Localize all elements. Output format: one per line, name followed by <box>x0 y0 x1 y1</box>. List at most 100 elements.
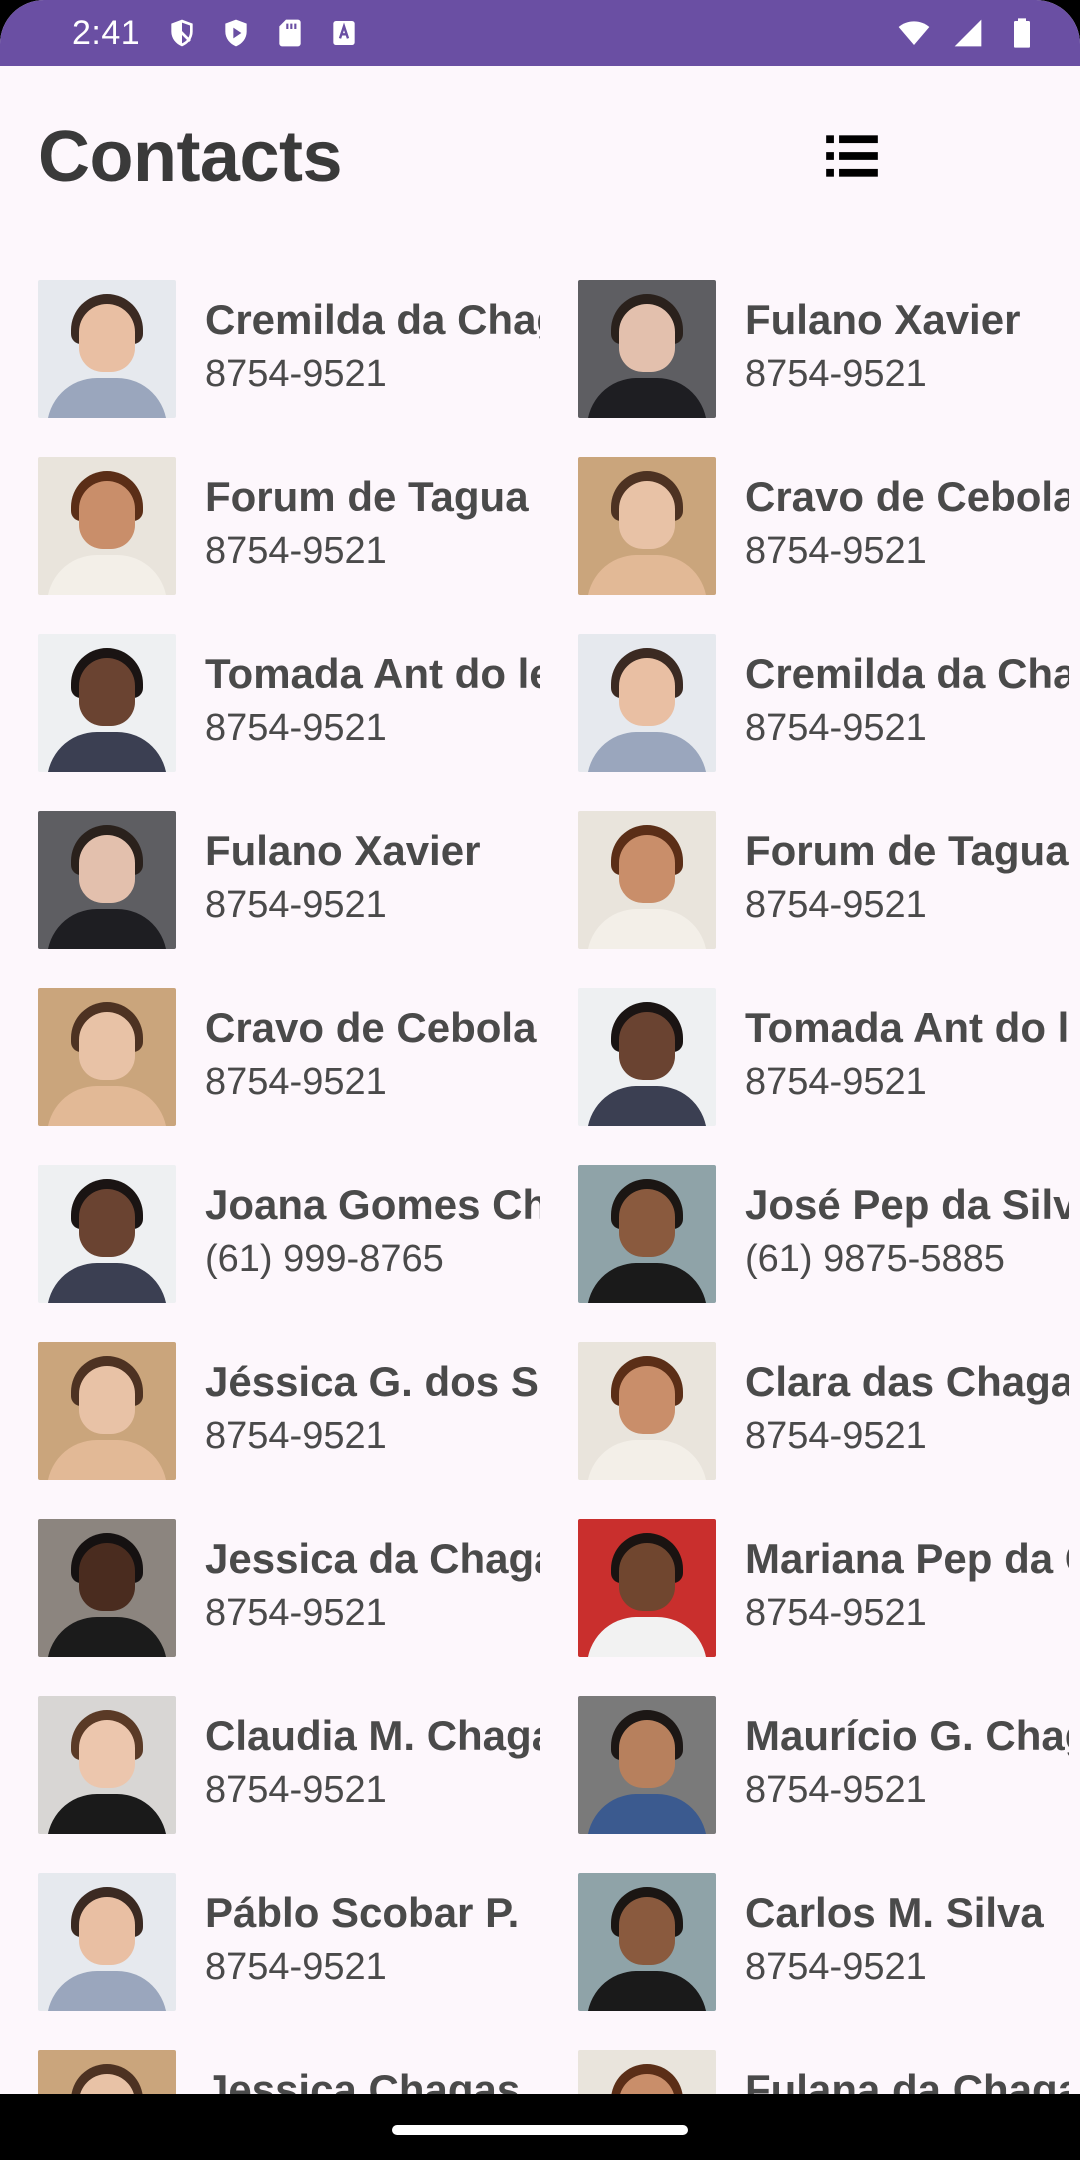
avatar <box>578 1165 716 1303</box>
wifi-icon <box>898 17 930 49</box>
contact-name: Jessica Chagas <box>205 2066 521 2096</box>
contact-card[interactable]: Cravo de Cebola 8754-9521 <box>540 433 1080 610</box>
contact-card[interactable]: Fulana da Chagas <box>540 2026 1080 2096</box>
contact-card[interactable]: Fulano Xavier 8754-9521 <box>540 256 1080 433</box>
contact-name: Maurício G. Chagas <box>745 1712 1069 1759</box>
contact-name: Fulano Xavier <box>205 827 481 874</box>
contact-name: Forum de Tagua <box>205 473 529 520</box>
contact-card[interactable]: Cremilda da Chagas 8754-9521 <box>0 256 540 433</box>
contact-card[interactable]: Forum de Tagua 8754-9521 <box>540 787 1080 964</box>
avatar <box>578 1342 716 1480</box>
contact-info: Páblo Scobar P. 8754-9521 <box>205 1887 540 1991</box>
contact-phone: (61) 9875-5885 <box>745 1238 1005 1280</box>
avatar <box>578 811 716 949</box>
contact-info: Forum de Tagua 8754-9521 <box>205 471 540 575</box>
contact-info: Fulano Xavier 8754-9521 <box>745 294 1069 398</box>
contact-card[interactable]: Tomada Ant do leste 8754-9521 <box>0 610 540 787</box>
avatar <box>38 634 176 772</box>
contact-card[interactable]: Clara das Chagas 8754-9521 <box>540 1318 1080 1495</box>
contact-name: Cremilda da Chagas <box>745 650 1069 697</box>
contact-card[interactable]: Páblo Scobar P. 8754-9521 <box>0 1849 540 2026</box>
contact-card[interactable]: Joana Gomes Chagas (61) 999-8765 <box>0 1141 540 1318</box>
contact-name: Cravo de Cebola <box>205 1004 537 1051</box>
contact-info: Clara das Chagas 8754-9521 <box>745 1356 1069 1460</box>
contact-card[interactable]: Claudia M. Chagas 8754-9521 <box>0 1672 540 1849</box>
contact-card[interactable]: Forum de Tagua 8754-9521 <box>0 433 540 610</box>
contact-phone: 8754-9521 <box>745 1061 927 1103</box>
contact-name: Jéssica G. dos Santos <box>205 1358 540 1405</box>
contact-card[interactable]: Cremilda da Chagas 8754-9521 <box>540 610 1080 787</box>
avatar <box>578 1873 716 2011</box>
contact-phone: 8754-9521 <box>205 1061 387 1103</box>
contact-phone: 8754-9521 <box>205 1769 387 1811</box>
contact-name: Mariana Pep da Chagas <box>745 1535 1069 1582</box>
avatar <box>38 1342 176 1480</box>
contact-card[interactable]: Jessica da Chagas 8754-9521 <box>0 1495 540 1672</box>
shield-icon <box>166 17 198 49</box>
status-bar: 2:41 <box>0 0 1080 66</box>
contact-card[interactable]: José Pep da Silva (61) 9875-5885 <box>540 1141 1080 1318</box>
contact-info: Mariana Pep da Chagas 8754-9521 <box>745 1533 1069 1637</box>
contact-name: Tomada Ant do leste <box>745 1004 1069 1051</box>
contact-card[interactable]: Carlos M. Silva 8754-9521 <box>540 1849 1080 2026</box>
avatar <box>38 988 176 1126</box>
keyboard-a-icon <box>328 17 360 49</box>
status-right-icons <box>898 17 1038 49</box>
contact-phone: 8754-9521 <box>745 1946 927 1988</box>
contact-card[interactable]: Jéssica G. dos Santos 8754-9521 <box>0 1318 540 1495</box>
contact-phone: 8754-9521 <box>205 1946 387 1988</box>
avatar <box>578 457 716 595</box>
contact-info: Tomada Ant do leste 8754-9521 <box>745 1002 1069 1106</box>
contact-card[interactable]: Maurício G. Chagas 8754-9521 <box>540 1672 1080 1849</box>
contact-phone: 8754-9521 <box>745 884 927 926</box>
contact-name: Claudia M. Chagas <box>205 1712 540 1759</box>
contact-phone: 8754-9521 <box>205 707 387 749</box>
contact-name: Clara das Chagas <box>745 1358 1069 1405</box>
contact-info: Jéssica G. dos Santos 8754-9521 <box>205 1356 540 1460</box>
contact-info: Maurício G. Chagas 8754-9521 <box>745 1710 1069 1814</box>
contact-info: Cravo de Cebola 8754-9521 <box>205 1002 540 1106</box>
avatar <box>38 811 176 949</box>
contact-info: Forum de Tagua 8754-9521 <box>745 825 1069 929</box>
avatar <box>578 988 716 1126</box>
list-view-button[interactable] <box>812 118 892 198</box>
contact-phone: 8754-9521 <box>205 530 387 572</box>
avatar <box>38 1696 176 1834</box>
avatar <box>578 634 716 772</box>
contact-info: Jessica da Chagas 8754-9521 <box>205 1533 540 1637</box>
contact-phone: 8754-9521 <box>205 1592 387 1634</box>
contact-name: Joana Gomes Chagas <box>205 1181 540 1228</box>
avatar <box>38 280 176 418</box>
sd-card-icon <box>274 17 306 49</box>
contact-info: Joana Gomes Chagas (61) 999-8765 <box>205 1179 540 1283</box>
contact-name: Cremilda da Chagas <box>205 296 540 343</box>
app-header: Contacts <box>0 66 1080 256</box>
contact-info: Cremilda da Chagas 8754-9521 <box>745 648 1069 752</box>
status-time: 2:41 <box>72 13 141 52</box>
home-gesture-handle[interactable] <box>392 2125 688 2135</box>
avatar <box>38 1873 176 2011</box>
list-view-icon <box>821 125 883 192</box>
contact-phone: 8754-9521 <box>745 707 927 749</box>
contact-card[interactable]: Tomada Ant do leste 8754-9521 <box>540 964 1080 1141</box>
contact-info: Jessica Chagas <box>205 2064 540 2096</box>
avatar <box>578 280 716 418</box>
contact-info: Cremilda da Chagas 8754-9521 <box>205 294 540 398</box>
contact-name: Fulana da Chagas <box>745 2066 1069 2096</box>
contact-card[interactable]: Cravo de Cebola 8754-9521 <box>0 964 540 1141</box>
contact-info: Carlos M. Silva 8754-9521 <box>745 1887 1069 1991</box>
contacts-grid: Cremilda da Chagas 8754-9521 Fulano Xavier… <box>0 256 1080 2096</box>
page-title: Contacts <box>38 117 343 197</box>
contact-phone: 8754-9521 <box>745 1592 927 1634</box>
contact-info: Fulano Xavier 8754-9521 <box>205 825 540 929</box>
avatar <box>38 2050 176 2096</box>
contact-card[interactable]: Fulano Xavier 8754-9521 <box>0 787 540 964</box>
contact-card[interactable]: Mariana Pep da Chagas 8754-9521 <box>540 1495 1080 1672</box>
contact-name: Jessica da Chagas <box>205 1535 540 1582</box>
avatar <box>578 1519 716 1657</box>
battery-icon <box>1006 17 1038 49</box>
contact-card[interactable]: Jessica Chagas <box>0 2026 540 2096</box>
avatar <box>578 1696 716 1834</box>
contact-name: Fulano Xavier <box>745 296 1021 343</box>
signal-icon <box>952 17 984 49</box>
